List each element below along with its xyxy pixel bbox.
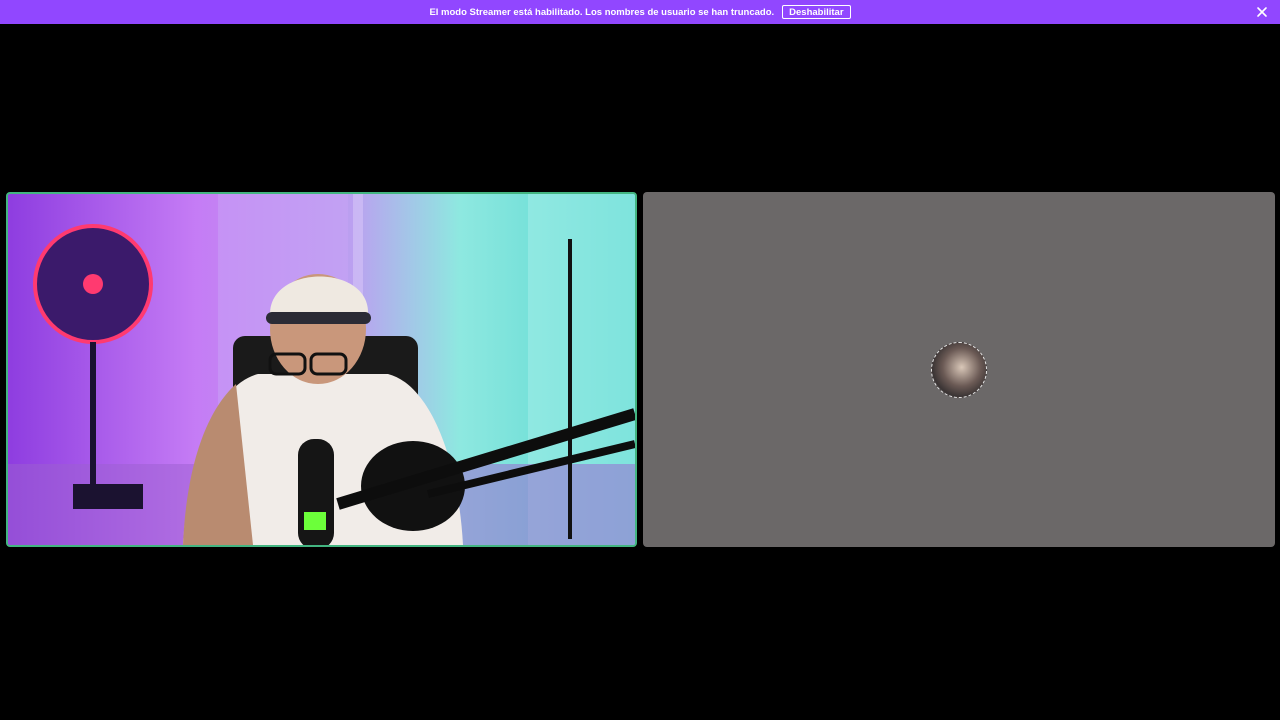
disable-streamer-mode-button[interactable]: Deshabilitar xyxy=(782,5,851,19)
video-tile-participant-1[interactable] xyxy=(6,192,637,547)
webcam-video xyxy=(8,194,635,545)
streamer-mode-banner: El modo Streamer está habilitado. Los no… xyxy=(0,0,1280,24)
banner-message: El modo Streamer está habilitado. Los no… xyxy=(429,6,775,18)
avatar-tile-participant-2[interactable] xyxy=(643,192,1275,547)
avatar xyxy=(931,342,987,398)
close-icon[interactable] xyxy=(1256,6,1268,18)
